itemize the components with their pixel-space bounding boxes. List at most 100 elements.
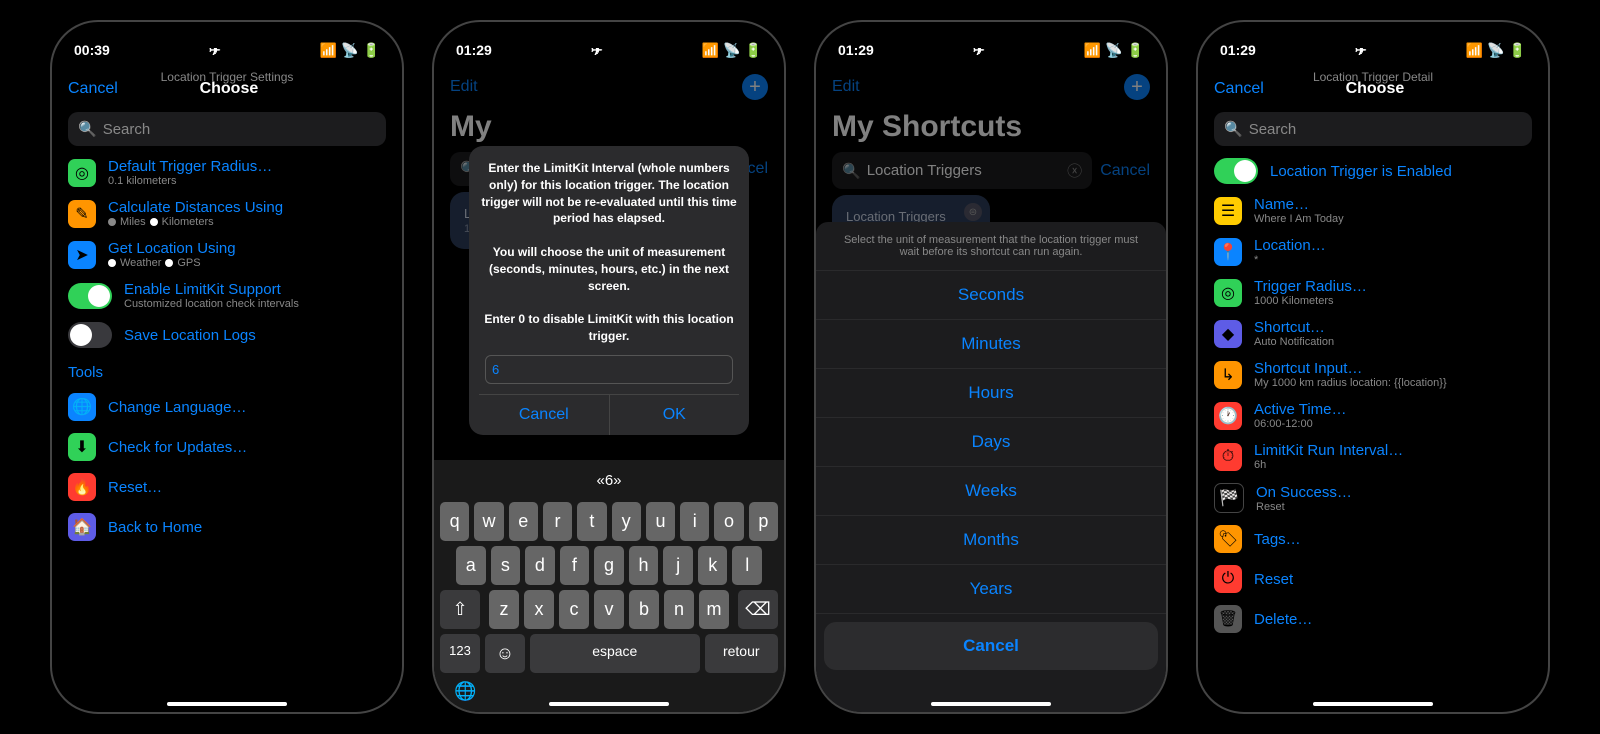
target-icon: ◎ — [1214, 279, 1242, 307]
key-u[interactable]: u — [646, 502, 675, 541]
row-radius[interactable]: ◎Trigger Radius…1000 Kilometers — [1198, 272, 1548, 313]
alert-dialog: Enter the LimitKit Interval (whole numbe… — [469, 146, 749, 435]
add-button[interactable]: + — [742, 74, 768, 100]
row-reset[interactable]: ⏻Reset — [1198, 559, 1548, 599]
edit-button[interactable]: Edit — [832, 78, 860, 96]
home-indicator[interactable] — [167, 702, 287, 706]
search-input[interactable]: 🔍Location Triggersⓧ — [832, 152, 1092, 189]
home-indicator[interactable] — [931, 702, 1051, 706]
row-tags[interactable]: 🏷Tags… — [1198, 519, 1548, 559]
toggle-on[interactable] — [1214, 158, 1258, 184]
home-icon: 🏠 — [68, 513, 96, 541]
key-l[interactable]: l — [732, 546, 762, 585]
key-i[interactable]: i — [680, 502, 709, 541]
numbers-key[interactable]: 123 — [440, 634, 480, 673]
key-j[interactable]: j — [663, 546, 693, 585]
key-h[interactable]: h — [629, 546, 659, 585]
globe-key[interactable]: 🌐 — [454, 681, 476, 702]
key-g[interactable]: g — [594, 546, 624, 585]
home-indicator[interactable] — [549, 702, 669, 706]
key-q[interactable]: q — [440, 502, 469, 541]
row-location[interactable]: 📍Location…* — [1198, 231, 1548, 272]
search-icon: 🔍 — [78, 120, 97, 138]
key-s[interactable]: s — [491, 546, 521, 585]
row-trigger-radius[interactable]: ◎ Default Trigger Radius…0.1 kilometers — [52, 152, 402, 193]
sheet-option-years[interactable]: Years — [816, 565, 1166, 614]
key-c[interactable]: c — [559, 590, 589, 629]
sheet-option-weeks[interactable]: Weeks — [816, 467, 1166, 516]
sheet-option-months[interactable]: Months — [816, 516, 1166, 565]
row-active-time[interactable]: 🕐Active Time…06:00-12:00 — [1198, 395, 1548, 436]
row-success[interactable]: 🏁On Success…Reset — [1198, 477, 1548, 519]
status-time: 01:29 — [1220, 42, 1256, 58]
key-m[interactable]: m — [699, 590, 729, 629]
return-key[interactable]: retour — [705, 634, 778, 673]
search-icon: 🔍 — [1224, 120, 1243, 138]
cancel-link[interactable]: Cancel — [1100, 162, 1150, 180]
sheet-option-hours[interactable]: Hours — [816, 369, 1166, 418]
keyboard: «6» qwertyuiop asdfghjkl ⇧ zxcvbnm ⌫ 123… — [434, 460, 784, 712]
tile-more-icon[interactable]: ⊜ — [964, 203, 982, 221]
row-save-logs[interactable]: Save Location Logs — [52, 316, 402, 354]
timer-icon: ⏱ — [1214, 443, 1242, 471]
key-x[interactable]: x — [524, 590, 554, 629]
space-key[interactable]: espace — [530, 634, 700, 673]
key-r[interactable]: r — [543, 502, 572, 541]
row-reset[interactable]: 🔥Reset… — [52, 467, 402, 507]
notch — [147, 22, 307, 48]
backspace-key[interactable]: ⌫ — [738, 590, 778, 629]
toggle-off[interactable] — [68, 322, 112, 348]
key-p[interactable]: p — [749, 502, 778, 541]
row-get-location[interactable]: ➤ Get Location UsingWeatherGPS — [52, 234, 402, 275]
key-z[interactable]: z — [489, 590, 519, 629]
key-o[interactable]: o — [714, 502, 743, 541]
sheet-option-seconds[interactable]: Seconds — [816, 271, 1166, 320]
row-enabled[interactable]: Location Trigger is Enabled — [1198, 152, 1548, 190]
home-indicator[interactable] — [1313, 702, 1433, 706]
alert-input[interactable]: 6 — [485, 355, 733, 384]
sheet-cancel-button[interactable]: Cancel — [824, 622, 1158, 670]
edit-button[interactable]: Edit — [450, 78, 478, 96]
row-delete[interactable]: 🗑Delete… — [1198, 599, 1548, 639]
key-b[interactable]: b — [629, 590, 659, 629]
key-f[interactable]: f — [560, 546, 590, 585]
row-interval[interactable]: ⏱LimitKit Run Interval…6h — [1198, 436, 1548, 477]
search-input[interactable]: 🔍 Search — [68, 112, 386, 146]
sheet-option-days[interactable]: Days — [816, 418, 1166, 467]
phone-settings: 00:39 ✈ 📶 📡 🔋 Location Trigger Settings … — [50, 20, 404, 714]
row-input[interactable]: ↳Shortcut Input…My 1000 km radius locati… — [1198, 354, 1548, 395]
keyboard-suggestion[interactable]: «6» — [437, 464, 781, 497]
key-t[interactable]: t — [577, 502, 606, 541]
key-e[interactable]: e — [509, 502, 538, 541]
input-icon: ↳ — [1214, 361, 1242, 389]
row-calc-distance[interactable]: ✎ Calculate Distances UsingMilesKilomete… — [52, 193, 402, 234]
search-input[interactable]: 🔍Search — [1214, 112, 1532, 146]
shift-key[interactable]: ⇧ — [440, 590, 480, 629]
globe-icon: 🌐 — [68, 393, 96, 421]
row-shortcut[interactable]: ◆Shortcut…Auto Notification — [1198, 313, 1548, 354]
pin-icon: 📍 — [1214, 238, 1242, 266]
alert-ok-button[interactable]: OK — [610, 395, 740, 435]
row-updates[interactable]: ⬇Check for Updates… — [52, 427, 402, 467]
key-n[interactable]: n — [664, 590, 694, 629]
note-icon: ☰ — [1214, 197, 1242, 225]
sheet-option-minutes[interactable]: Minutes — [816, 320, 1166, 369]
clear-icon[interactable]: ⓧ — [1067, 160, 1082, 181]
nav-subtitle: Location Trigger Settings — [52, 70, 402, 84]
key-k[interactable]: k — [698, 546, 728, 585]
row-name[interactable]: ☰Name…Where I Am Today — [1198, 190, 1548, 231]
row-home[interactable]: 🏠Back to Home — [52, 507, 402, 547]
row-limitkit[interactable]: Enable LimitKit SupportCustomized locati… — [52, 275, 402, 316]
key-d[interactable]: d — [525, 546, 555, 585]
flame-icon: 🔥 — [68, 473, 96, 501]
key-y[interactable]: y — [612, 502, 641, 541]
toggle-on[interactable] — [68, 283, 112, 309]
key-w[interactable]: w — [474, 502, 503, 541]
emoji-key[interactable]: ☺ — [485, 634, 525, 673]
row-language[interactable]: 🌐Change Language… — [52, 387, 402, 427]
add-button[interactable]: + — [1124, 74, 1150, 100]
alert-cancel-button[interactable]: Cancel — [479, 395, 610, 435]
key-a[interactable]: a — [456, 546, 486, 585]
key-v[interactable]: v — [594, 590, 624, 629]
page-title: My Shortcuts — [816, 108, 1166, 152]
